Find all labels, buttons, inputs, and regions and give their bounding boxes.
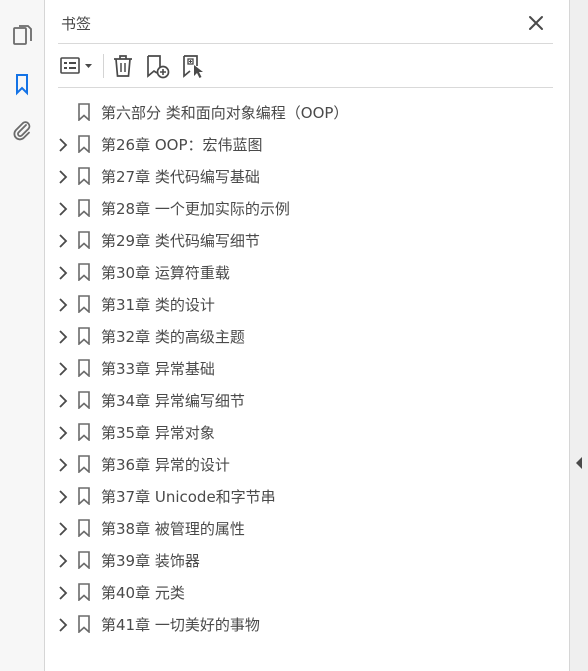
bookmark-label: 第26章 OOP：宏伟蓝图	[101, 136, 263, 154]
chevron-right-icon[interactable]	[58, 265, 68, 280]
bookmark-icon	[77, 263, 91, 282]
pages-icon[interactable]	[10, 24, 34, 48]
chevron-right-icon[interactable]	[58, 361, 68, 376]
new-bookmark-button[interactable]	[145, 53, 171, 79]
bookmark-label: 第34章 异常编写细节	[101, 392, 245, 410]
bookmark-icon	[77, 231, 91, 250]
bookmark-item[interactable]: 第30章 运算符重载	[45, 256, 569, 288]
bookmark-item[interactable]: 第29章 类代码编写细节	[45, 224, 569, 256]
bookmark-label: 第32章 类的高级主题	[101, 328, 245, 346]
bookmark-icon	[77, 615, 91, 634]
bookmark-label: 第33章 异常基础	[101, 360, 215, 378]
chevron-right-icon[interactable]	[58, 489, 68, 504]
bookmark-icon	[77, 583, 91, 602]
bookmark-item[interactable]: 第35章 异常对象	[45, 416, 569, 448]
bookmark-item[interactable]: 第32章 类的高级主题	[45, 320, 569, 352]
chevron-right-icon[interactable]	[58, 521, 68, 536]
toolbar-bottom-divider	[58, 87, 553, 88]
chevron-right-icon[interactable]	[58, 297, 68, 312]
chevron-right-icon[interactable]	[58, 553, 68, 568]
bookmark-item[interactable]: 第36章 异常的设计	[45, 448, 569, 480]
bookmark-label: 第36章 异常的设计	[101, 456, 230, 474]
bookmark-icon[interactable]	[10, 72, 34, 96]
bookmark-icon	[77, 487, 91, 506]
bookmark-icon	[77, 519, 91, 538]
bookmark-label: 第41章 一切美好的事物	[101, 616, 260, 634]
bookmark-icon	[77, 135, 91, 154]
toolbar-divider	[103, 54, 104, 78]
bookmark-icon	[77, 551, 91, 570]
bookmark-item[interactable]: 第27章 类代码编写基础	[45, 160, 569, 192]
chevron-right-icon[interactable]	[58, 425, 68, 440]
bookmark-item[interactable]: 第40章 元类	[45, 576, 569, 608]
bookmark-list: 第六部分 类和面向对象编程（OOP） 第26章 OOP：宏伟蓝图 第27章 类代码编…	[45, 96, 569, 640]
bookmark-icon	[77, 295, 91, 314]
bookmark-item[interactable]: 第六部分 类和面向对象编程（OOP）	[45, 96, 569, 128]
bookmark-label: 第37章 Unicode和字节串	[101, 488, 276, 506]
chevron-right-icon[interactable]	[58, 329, 68, 344]
panel-splitter[interactable]	[569, 0, 588, 671]
bookmark-label: 第29章 类代码编写细节	[101, 232, 260, 250]
new-bookmark-from-structure-button[interactable]	[180, 53, 206, 79]
bookmark-icon	[77, 391, 91, 410]
bookmark-label: 第35章 异常对象	[101, 424, 215, 442]
bookmark-item[interactable]: 第38章 被管理的属性	[45, 512, 569, 544]
bookmark-icon	[77, 359, 91, 378]
bookmark-item[interactable]: 第39章 装饰器	[45, 544, 569, 576]
chevron-right-icon[interactable]	[58, 137, 68, 152]
bookmark-label: 第27章 类代码编写基础	[101, 168, 260, 186]
chevron-right-icon[interactable]	[58, 457, 68, 472]
bookmark-icon	[77, 455, 91, 474]
bookmark-label: 第38章 被管理的属性	[101, 520, 245, 538]
panel-title: 书签	[61, 15, 92, 33]
bookmark-icon	[77, 327, 91, 346]
chevron-right-icon[interactable]	[58, 201, 68, 216]
bookmark-item[interactable]: 第26章 OOP：宏伟蓝图	[45, 128, 569, 160]
bookmark-item[interactable]: 第41章 一切美好的事物	[45, 608, 569, 640]
delete-bookmark-button[interactable]	[111, 53, 135, 79]
collapse-arrow-icon[interactable]	[575, 454, 583, 469]
header-divider	[58, 43, 553, 44]
bookmark-label: 第40章 元类	[101, 584, 185, 602]
chevron-right-icon[interactable]	[58, 393, 68, 408]
chevron-right-icon[interactable]	[58, 233, 68, 248]
bookmarks-panel: 书签 第六部分 类和面向对象编程（OOP） 第26章 OOP：宏伟蓝图 第27章…	[45, 0, 569, 671]
bookmark-label: 第六部分 类和面向对象编程（OOP）	[101, 104, 349, 122]
options-menu-button[interactable]	[59, 53, 97, 79]
bookmark-icon	[77, 423, 91, 442]
close-icon[interactable]	[527, 14, 545, 32]
chevron-right-icon[interactable]	[58, 617, 68, 632]
bookmark-item[interactable]: 第33章 异常基础	[45, 352, 569, 384]
chevron-right-icon[interactable]	[58, 169, 68, 184]
bookmark-icon	[77, 103, 91, 122]
bookmark-icon	[77, 199, 91, 218]
chevron-right-icon[interactable]	[58, 585, 68, 600]
bookmark-item[interactable]: 第37章 Unicode和字节串	[45, 480, 569, 512]
bookmark-label: 第31章 类的设计	[101, 296, 215, 314]
navigation-rail	[0, 0, 45, 671]
bookmark-item[interactable]: 第31章 类的设计	[45, 288, 569, 320]
bookmark-icon	[77, 167, 91, 186]
bookmark-item[interactable]: 第28章 一个更加实际的示例	[45, 192, 569, 224]
bookmark-label: 第28章 一个更加实际的示例	[101, 200, 290, 218]
bookmark-item[interactable]: 第34章 异常编写细节	[45, 384, 569, 416]
bookmark-label: 第30章 运算符重载	[101, 264, 230, 282]
bookmark-label: 第39章 装饰器	[101, 552, 200, 570]
attachment-icon[interactable]	[10, 118, 34, 142]
